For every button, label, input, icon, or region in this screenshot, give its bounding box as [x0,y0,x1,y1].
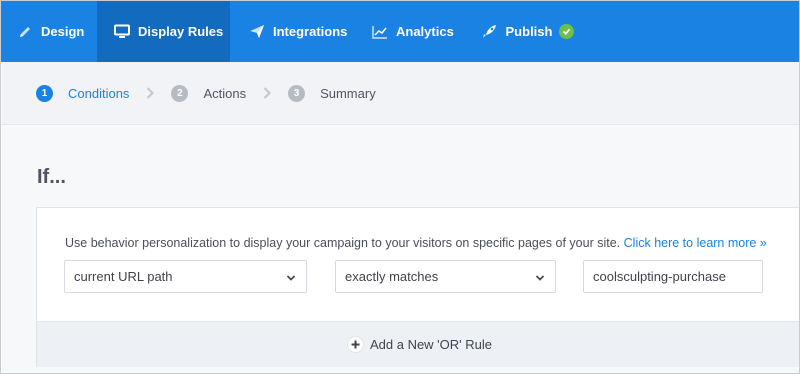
step-number: 1 [36,84,53,102]
chevron-down-icon [286,271,296,286]
nav-design-label: Design [41,24,85,39]
plus-icon [347,337,363,352]
chevron-right-icon [263,87,272,99]
learn-more-link[interactable]: Click here to learn more » [624,236,767,250]
chevron-down-icon [535,271,545,286]
add-or-rule-button[interactable]: Add a New 'OR' Rule [347,337,492,352]
check-circle-icon [559,24,574,39]
rule-description-text: Use behavior personalization to display … [65,236,621,250]
url-value-input[interactable] [583,260,763,293]
or-rule-bar: Add a New 'OR' Rule [37,321,799,367]
condition-select[interactable]: current URL path [64,260,307,293]
step-number: 3 [288,84,306,102]
step-label: Actions [203,85,247,101]
nav-analytics-label: Analytics [396,24,454,39]
step-summary[interactable]: 3 Summary [288,84,376,102]
nav-design[interactable]: Design [1,1,97,62]
nav-display-rules[interactable]: Display Rules [97,1,230,62]
step-conditions[interactable]: 1 Conditions [36,84,130,102]
chart-line-icon [372,24,388,40]
page-title: If... [37,166,66,188]
monitor-icon [114,24,130,40]
nav-display-rules-label: Display Rules [138,24,224,39]
nav-analytics[interactable]: Analytics [354,1,464,62]
step-label: Conditions [68,85,130,101]
app-frame: Design Display Rules Integrations Analyt… [0,0,800,374]
nav-integrations[interactable]: Integrations [230,1,354,62]
operator-select-value: exactly matches [345,269,439,284]
top-nav: Design Display Rules Integrations Analyt… [1,1,799,62]
condition-select-value: current URL path [74,269,173,284]
add-or-rule-label: Add a New 'OR' Rule [369,337,492,352]
operator-select[interactable]: exactly matches [335,260,556,293]
step-number: 2 [171,84,189,102]
step-label: Summary [320,85,376,101]
chevron-right-icon [146,87,155,99]
paper-plane-icon [249,24,265,40]
nav-publish-label: Publish [505,24,553,39]
rule-description: Use behavior personalization to display … [65,236,767,250]
step-actions[interactable]: 2 Actions [171,84,247,102]
pencil-icon [17,24,33,40]
main-content: If... Use behavior personalization to di… [2,125,799,373]
steps-bar: 1 Conditions 2 Actions 3 Summary [2,62,799,125]
rule-panel: Use behavior personalization to display … [36,207,799,367]
rocket-icon [482,24,498,40]
nav-integrations-label: Integrations [273,24,348,39]
nav-publish[interactable]: Publish [464,1,574,62]
